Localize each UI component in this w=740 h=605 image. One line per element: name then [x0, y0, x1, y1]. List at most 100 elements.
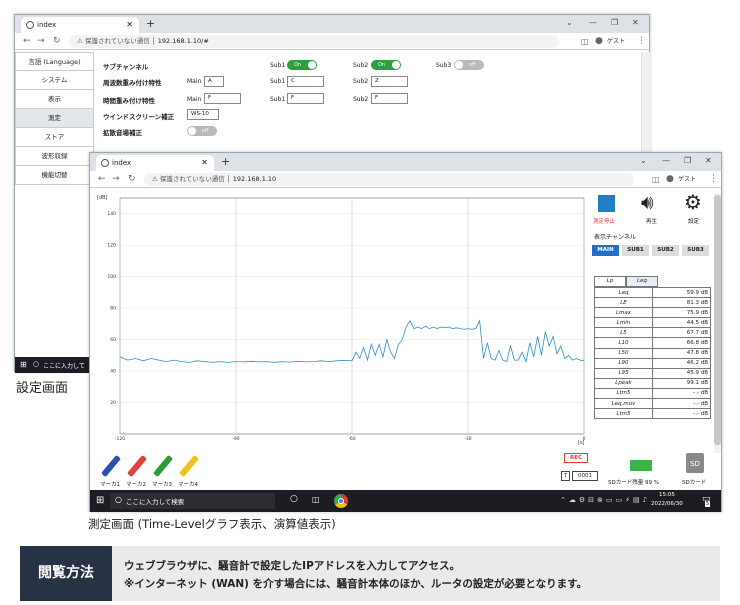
taskbar-search-text[interactable]: ここに入力して検索 [126, 496, 184, 506]
tab-list-icon[interactable]: ⌄ [640, 156, 647, 165]
stop-measure-icon[interactable] [598, 195, 615, 212]
channel-sub2-button[interactable]: SUB2 [652, 245, 679, 256]
url-text: 192.168.1.10/# [157, 37, 209, 45]
url-field[interactable]: ⚠ 保護されていない通信 │ 192.168.1.10/# [69, 35, 559, 48]
forward-icon[interactable]: → [37, 33, 45, 50]
time-main-field[interactable]: F [204, 93, 241, 104]
sidebar-item-language[interactable]: 言語 (Language) [15, 52, 94, 71]
metric-row: Ltm5 -.- dB [594, 408, 711, 420]
freq-main-field[interactable]: A [204, 76, 224, 87]
tab-leq[interactable]: Leq [626, 276, 658, 287]
sidebar-panel-icon[interactable]: ◫ [581, 33, 589, 50]
minimize-button[interactable]: — [589, 18, 597, 27]
minimize-button[interactable]: — [662, 156, 670, 165]
sidebar-item-waveform[interactable]: 波形収録 [15, 147, 94, 166]
tab-list-icon[interactable]: ⌄ [566, 18, 573, 27]
system-tray-icons[interactable]: ⌃☁⚙⊟⊗▭▭⚡▤♪ [560, 496, 650, 504]
task-view-icon[interactable]: ◫ [312, 495, 320, 504]
metric-value: -.- dB [652, 387, 711, 400]
profile-icon[interactable]: ● [666, 171, 674, 188]
url-field[interactable]: ⚠ 保護されていない通信 │ 192.168.1.10 [144, 173, 634, 186]
banner-title: 閲覧方法 [20, 546, 112, 601]
metric-name: L95 [594, 367, 653, 379]
time-main-label: Main [187, 96, 202, 103]
close-tab-icon[interactable]: ✕ [126, 17, 133, 33]
time-sub2-field[interactable]: F [371, 93, 408, 104]
maximize-button[interactable]: ❐ [684, 156, 691, 165]
speaker-icon[interactable]: 🔊︎ [641, 190, 654, 214]
tab-lp[interactable]: Lp [594, 276, 626, 287]
sub3-toggle[interactable]: off [454, 60, 484, 70]
marker3-pen-icon[interactable] [152, 454, 174, 478]
settings-caption: 設定画面 [16, 381, 69, 396]
channel-sub3-button[interactable]: SUB3 [682, 245, 709, 256]
close-window-button[interactable]: ✕ [632, 18, 639, 27]
back-icon[interactable]: ← [23, 33, 31, 50]
profile-icon[interactable]: ● [595, 33, 603, 50]
marker4-pen-icon[interactable] [178, 454, 200, 478]
play-label: 再生 [646, 219, 658, 225]
close-tab-icon[interactable]: ✕ [201, 155, 208, 171]
sidebar-item-system[interactable]: システム [15, 71, 94, 90]
marker2-pen-icon[interactable] [126, 454, 148, 478]
close-window-button[interactable]: ✕ [705, 156, 712, 165]
diffuse-toggle[interactable]: off [187, 126, 217, 136]
maximize-button[interactable]: ❐ [611, 18, 618, 27]
metric-row: Lmax 75.9 dB [594, 307, 711, 319]
new-tab-button[interactable]: + [146, 17, 155, 30]
marker1-pen-icon[interactable] [100, 454, 122, 478]
freq-weight-label: 周波数重み付け特性 [103, 79, 162, 87]
freq-sub1-field[interactable]: C [287, 76, 324, 87]
url-text: 192.168.1.10 [232, 175, 277, 183]
marker3-label: マーカ3 [152, 482, 172, 488]
metric-row: L50 47.8 dB [594, 347, 711, 359]
settings-tab-bar: index ✕ + ⌄ — ❐ ✕ [15, 15, 649, 33]
scrollbar-thumb[interactable] [714, 195, 721, 445]
reload-icon[interactable]: ↻ [128, 171, 136, 188]
freq-sub2-field[interactable]: Z [371, 76, 408, 87]
cortana-icon[interactable]: ○ [290, 494, 298, 504]
forward-icon[interactable]: → [112, 171, 120, 188]
settings-tab[interactable]: index ✕ [21, 17, 139, 33]
new-tab-button[interactable]: + [221, 155, 230, 168]
y-tick-label: 60 [110, 337, 116, 343]
y-tick-label: 20 [110, 400, 116, 406]
windows-start-icon[interactable]: ⊞ [96, 495, 104, 506]
sidebar-panel-icon[interactable]: ◫ [652, 171, 660, 188]
metric-value: 45.9 dB [652, 367, 711, 379]
taskbar-search-text[interactable]: ここに入力して [43, 361, 85, 370]
gear-icon[interactable]: ⚙ [684, 190, 702, 214]
freq-sub1-label: Sub1 [270, 78, 286, 85]
measure-tab-bar: index ✕ + ⌄ — ❐ ✕ [90, 153, 721, 171]
back-icon[interactable]: ← [98, 171, 106, 188]
time-level-chart: 14012010080604020 -120 -90 -60 -30 0 [dB] [s… [97, 195, 586, 446]
metric-value: 44.5 dB [652, 317, 711, 329]
y-tick-label: 120 [107, 243, 116, 249]
sub1-toggle[interactable]: On [287, 60, 317, 70]
clock-time: 15:05 [659, 492, 675, 498]
x-tick-label: -90 [232, 436, 239, 442]
sidebar-item-function[interactable]: 機能切替 [15, 166, 94, 185]
menu-icon[interactable]: ⋮ [709, 171, 718, 188]
menu-icon[interactable]: ⋮ [637, 33, 646, 50]
rec-button[interactable]: REC [564, 453, 588, 463]
sub2-toggle[interactable]: On [371, 60, 401, 70]
measure-tab[interactable]: index ✕ [96, 155, 214, 171]
metric-row: LE 81.3 dB [594, 297, 711, 309]
sd-card-icon: SD [686, 453, 704, 473]
channel-sub1-button[interactable]: SUB1 [622, 245, 649, 256]
sidebar-item-measure[interactable]: 測定 [15, 109, 94, 128]
chrome-icon[interactable] [334, 494, 348, 508]
reload-icon[interactable]: ↻ [53, 33, 61, 50]
sidebar-item-display[interactable]: 表示 [15, 90, 94, 109]
metric-name: Ltm5 [594, 387, 653, 400]
metric-value: 59.9 dB [652, 286, 711, 299]
measure-taskbar: ⊞ ○ ここに入力して検索 ○ ◫ ⌃☁⚙⊟⊗▭▭⚡▤♪ 15:05 2022/… [90, 490, 721, 512]
channel-main-button[interactable]: MAIN [592, 245, 619, 256]
windscreen-field[interactable]: WS-10 [187, 109, 219, 120]
y-tick-label: 80 [110, 306, 116, 312]
measure-scrollbar[interactable] [714, 193, 721, 453]
windows-start-icon[interactable]: ⊞ [20, 360, 27, 369]
sidebar-item-store[interactable]: ストア [15, 128, 94, 147]
time-sub1-field[interactable]: F [287, 93, 324, 104]
